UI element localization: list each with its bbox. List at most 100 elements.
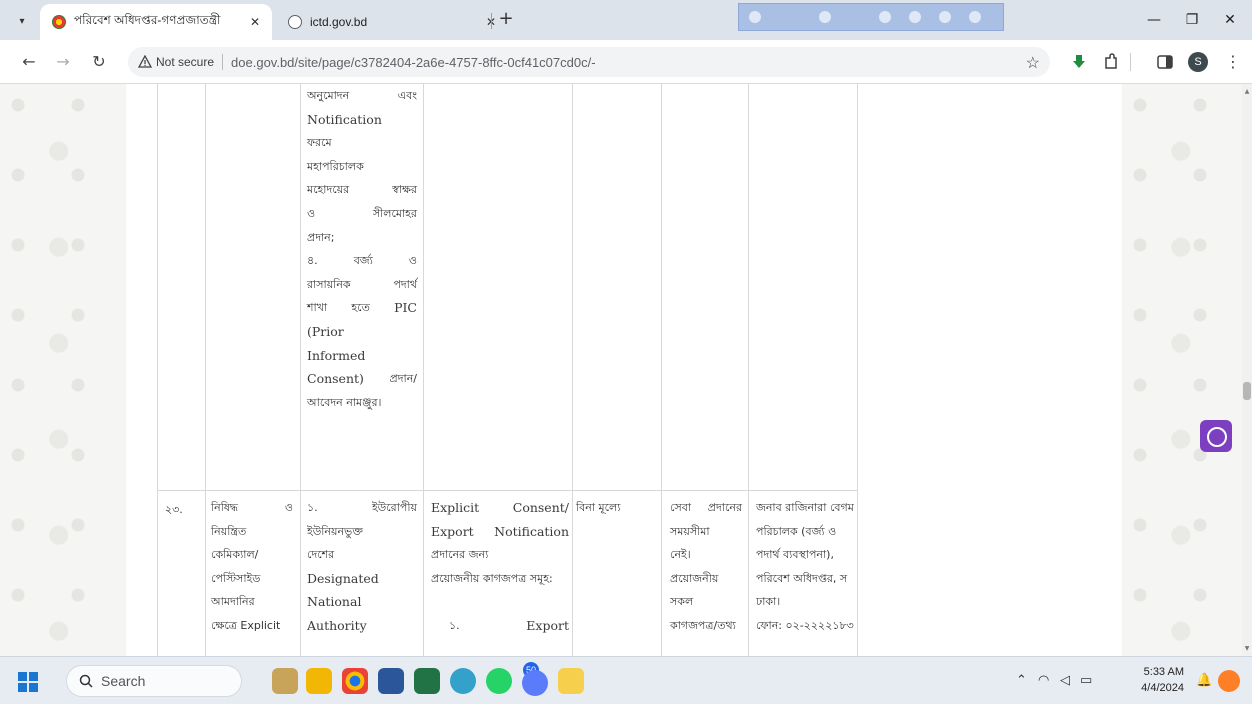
cell-line: Notification bbox=[307, 111, 382, 127]
url-text: doe.gov.bd/site/page/c3782404-2a6e-4757-… bbox=[231, 54, 596, 70]
cell-line: Explicit Consent/ bbox=[431, 500, 569, 515]
site-security-chip[interactable]: Not secure bbox=[138, 55, 214, 69]
cell-line: ১. Export bbox=[449, 617, 569, 633]
serial-cell: ২৩. bbox=[165, 503, 183, 516]
cell-line: ফোন: ০২-২২২২১৮৩ bbox=[756, 618, 854, 632]
tab-doe[interactable]: পরিবেশ অধিদপ্তর-গণপ্রজাতন্ত্রী ✕ bbox=[40, 4, 272, 40]
tab-ictd[interactable]: ictd.gov.bd ✕ bbox=[276, 4, 508, 40]
address-bar[interactable]: Not secure doe.gov.bd/site/page/c3782404… bbox=[128, 47, 1050, 77]
messenger-icon[interactable] bbox=[522, 670, 548, 696]
word-icon[interactable] bbox=[378, 668, 404, 694]
widget-dot-icon bbox=[909, 11, 921, 23]
cell-line: Authority bbox=[307, 617, 367, 633]
table-border bbox=[205, 84, 206, 656]
cell-line: প্রদানের জন্য bbox=[431, 548, 489, 562]
restore-button[interactable]: ❐ bbox=[1180, 8, 1204, 32]
bookmark-star-icon[interactable]: ☆ bbox=[1026, 53, 1040, 73]
officer-cell: জনাব রাজিনারা বেগম পরিচালক (বর্জ্য ও পদা… bbox=[756, 496, 866, 638]
scroll-up-arrow-icon[interactable]: ▲ bbox=[1242, 88, 1252, 95]
edge-icon[interactable] bbox=[450, 668, 476, 694]
cell-line: ক্ষেত্রে Explicit bbox=[211, 618, 281, 632]
cell-line: মহাপরিচালক bbox=[307, 159, 364, 173]
wifi-icon[interactable]: ◠ bbox=[1038, 673, 1049, 688]
back-arrow-icon[interactable]: ← bbox=[18, 51, 40, 73]
cell-line: ইউনিয়নভুক্ত bbox=[307, 524, 363, 538]
taskbar-search[interactable]: Search bbox=[66, 665, 242, 697]
translator-widget[interactable] bbox=[738, 3, 1004, 31]
service-table: অনুমোদন এবং Notification ফরমে মহাপরিচালক … bbox=[126, 84, 1122, 656]
accessibility-button[interactable] bbox=[1200, 420, 1232, 452]
service-name-cell: নিষিদ্ধ ও নিয়ন্ত্রিত কেমিক্যাল/ পেস্টিসা… bbox=[211, 496, 293, 638]
cell-line: পদার্থ ব্যবস্থাপনা), bbox=[756, 548, 834, 562]
cell-line bbox=[431, 590, 569, 614]
kebab-menu-icon[interactable]: ⋮ bbox=[1222, 51, 1244, 73]
scrollbar-thumb[interactable] bbox=[1243, 382, 1251, 400]
table-border bbox=[157, 84, 158, 656]
tab-search-button[interactable]: ▾ bbox=[10, 9, 34, 33]
profile-avatar[interactable]: S bbox=[1188, 52, 1208, 72]
cell-line: আমদানির bbox=[211, 595, 255, 609]
cell-line: জনাব রাজিনারা বেগম bbox=[756, 501, 854, 514]
download-arrow-icon[interactable] bbox=[1070, 53, 1088, 71]
whatsapp-icon[interactable] bbox=[486, 668, 512, 694]
cell-line: প্রদান; bbox=[307, 230, 335, 244]
procedure-cell: ১. ইউরোপীয় ইউনিয়নভুক্ত দেশের Designated… bbox=[307, 496, 417, 638]
web-page: অনুমোদন এবং Notification ফরমে মহাপরিচালক … bbox=[0, 84, 1242, 656]
cell-line: অনুমোদন এবং bbox=[307, 89, 417, 102]
table-border bbox=[748, 84, 749, 656]
excel-icon[interactable] bbox=[414, 668, 440, 694]
close-icon[interactable]: ✕ bbox=[246, 15, 264, 29]
new-tab-button[interactable]: + bbox=[496, 10, 516, 30]
forward-arrow-icon[interactable]: → bbox=[52, 51, 74, 73]
security-label: Not secure bbox=[156, 55, 215, 69]
globe-icon bbox=[288, 15, 302, 29]
browser-toolbar: ← → ↻ Not secure doe.gov.bd/site/page/c3… bbox=[0, 40, 1252, 84]
cell-line: পেস্টিসাইড bbox=[211, 571, 261, 585]
documents-cell: Explicit Consent/ Export Notification প্রদ… bbox=[431, 496, 569, 638]
warning-triangle-icon bbox=[138, 55, 152, 68]
volume-icon[interactable]: ◁ bbox=[1060, 673, 1070, 688]
animal-widget-icon[interactable] bbox=[272, 668, 298, 694]
tab-title: পরিবেশ অধিদপ্তর-গণপ্রজাতন্ত্রী bbox=[74, 13, 221, 27]
system-clock[interactable]: 5:33 AM 4/4/2024 bbox=[1130, 664, 1184, 696]
reload-icon[interactable]: ↻ bbox=[88, 51, 110, 73]
close-window-button[interactable]: ✕ bbox=[1218, 8, 1242, 32]
cell-line: আবেদন নামঞ্জুর। bbox=[307, 395, 382, 409]
windows-start-icon[interactable] bbox=[18, 672, 38, 692]
side-panel-icon[interactable] bbox=[1156, 53, 1174, 71]
table-cell: অনুমোদন এবং Notification ফরমে মহাপরিচালক … bbox=[307, 84, 417, 414]
scroll-down-arrow-icon[interactable]: ▼ bbox=[1242, 645, 1252, 652]
windows-taskbar: Search 50 ⌃ ◠ ◁ ▭ 5:33 AM 4/4/2024 🔔 bbox=[0, 656, 1252, 704]
copilot-icon[interactable] bbox=[1218, 670, 1240, 692]
cell-line: ফরমে bbox=[307, 136, 332, 150]
minimize-button[interactable]: — bbox=[1142, 8, 1166, 32]
file-explorer-icon[interactable] bbox=[306, 668, 332, 694]
page-scrollbar[interactable]: ▲ ▼ bbox=[1242, 84, 1252, 656]
decorative-pattern-right bbox=[1122, 84, 1242, 656]
search-icon bbox=[79, 674, 93, 688]
notepad-icon[interactable] bbox=[558, 668, 584, 694]
widget-dot-icon bbox=[939, 11, 951, 23]
cell-line: Designated bbox=[307, 570, 379, 586]
battery-icon[interactable]: ▭ bbox=[1080, 673, 1092, 688]
table-border bbox=[661, 84, 662, 656]
bell-icon[interactable]: 🔔 bbox=[1196, 673, 1212, 688]
extensions-icon[interactable] bbox=[1102, 53, 1120, 71]
widget-dot-icon bbox=[749, 11, 761, 23]
clock-date: 4/4/2024 bbox=[1141, 682, 1184, 694]
chevron-up-icon[interactable]: ⌃ bbox=[1016, 673, 1027, 688]
cell-line: শাখা হতে PIC bbox=[307, 300, 417, 316]
table-border bbox=[572, 84, 573, 656]
cell-line: কেমিক্যাল/ bbox=[211, 548, 259, 562]
decorative-pattern-left bbox=[0, 84, 126, 656]
table-border bbox=[300, 84, 301, 656]
toolbar-divider bbox=[1130, 53, 1131, 71]
tab-divider bbox=[491, 13, 492, 29]
desktop-screen: ▾ পরিবেশ অধিদপ্তর-গণপ্রজাতন্ত্রী ✕ ictd.… bbox=[0, 0, 1252, 704]
chrome-icon[interactable] bbox=[342, 668, 368, 694]
cell-line: সময়সীমা bbox=[670, 524, 710, 538]
cell-line: কাগজপত্র/তথ্য bbox=[670, 618, 736, 632]
browser-tab-strip: ▾ পরিবেশ অধিদপ্তর-গণপ্রজাতন্ত্রী ✕ ictd.… bbox=[0, 0, 1252, 40]
cell-line: নিষিদ্ধ ও bbox=[211, 501, 293, 514]
fee-cell: বিনা মূল্যে bbox=[576, 501, 621, 514]
